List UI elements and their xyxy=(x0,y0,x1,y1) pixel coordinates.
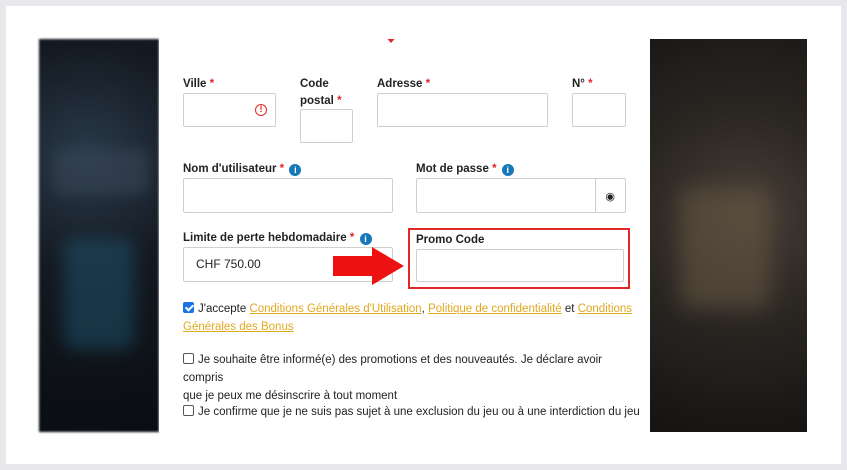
ville-label: Ville * xyxy=(183,78,215,90)
ville-input[interactable]: ! xyxy=(183,93,276,127)
privacy-link[interactable]: Politique de confidentialité xyxy=(428,303,562,315)
code-postal-input[interactable] xyxy=(300,109,353,143)
terms-link[interactable]: Conditions Générales d'Utilisation xyxy=(249,303,421,315)
password-label: Mot de passe * i xyxy=(416,161,514,178)
background-promo-right xyxy=(650,39,807,432)
password-input[interactable]: ◉ xyxy=(416,178,626,213)
info-icon[interactable]: i xyxy=(289,164,302,176)
username-label: Nom d'utilisateur * i xyxy=(183,161,302,178)
brand-logo xyxy=(324,39,464,45)
adresse-label: Adresse * xyxy=(377,78,431,90)
numero-input[interactable] xyxy=(572,93,626,127)
eye-icon: ◉ xyxy=(605,191,615,203)
info-icon[interactable]: i xyxy=(501,164,514,176)
promo-code-highlight xyxy=(408,228,630,289)
promotions-checkbox[interactable] xyxy=(183,353,194,364)
bonus-terms-link[interactable]: Conditions xyxy=(578,303,632,315)
limit-label: Limite de perte hebdomadaire * i xyxy=(183,230,372,247)
promotions-consent: Je souhaite être informé(e) des promotio… xyxy=(183,353,602,402)
error-icon: ! xyxy=(255,104,267,116)
info-icon[interactable]: i xyxy=(359,233,372,245)
terms-checkbox[interactable] xyxy=(183,302,194,313)
adresse-input[interactable] xyxy=(377,93,548,127)
numero-label: N° * xyxy=(572,78,593,90)
password-toggle[interactable]: ◉ xyxy=(595,179,625,212)
username-input[interactable] xyxy=(183,178,393,213)
bonus-terms-link-cont[interactable]: Générales des Bonus xyxy=(183,321,294,333)
terms-consent: J'accepte Conditions Générales d'Utilisa… xyxy=(183,302,633,333)
background-promo-left xyxy=(39,39,159,432)
code-postal-label: Code postal * xyxy=(300,78,342,107)
exclusion-checkbox[interactable] xyxy=(183,405,194,416)
exclusion-consent: Je confirme que je ne suis pas sujet à u… xyxy=(183,403,643,421)
